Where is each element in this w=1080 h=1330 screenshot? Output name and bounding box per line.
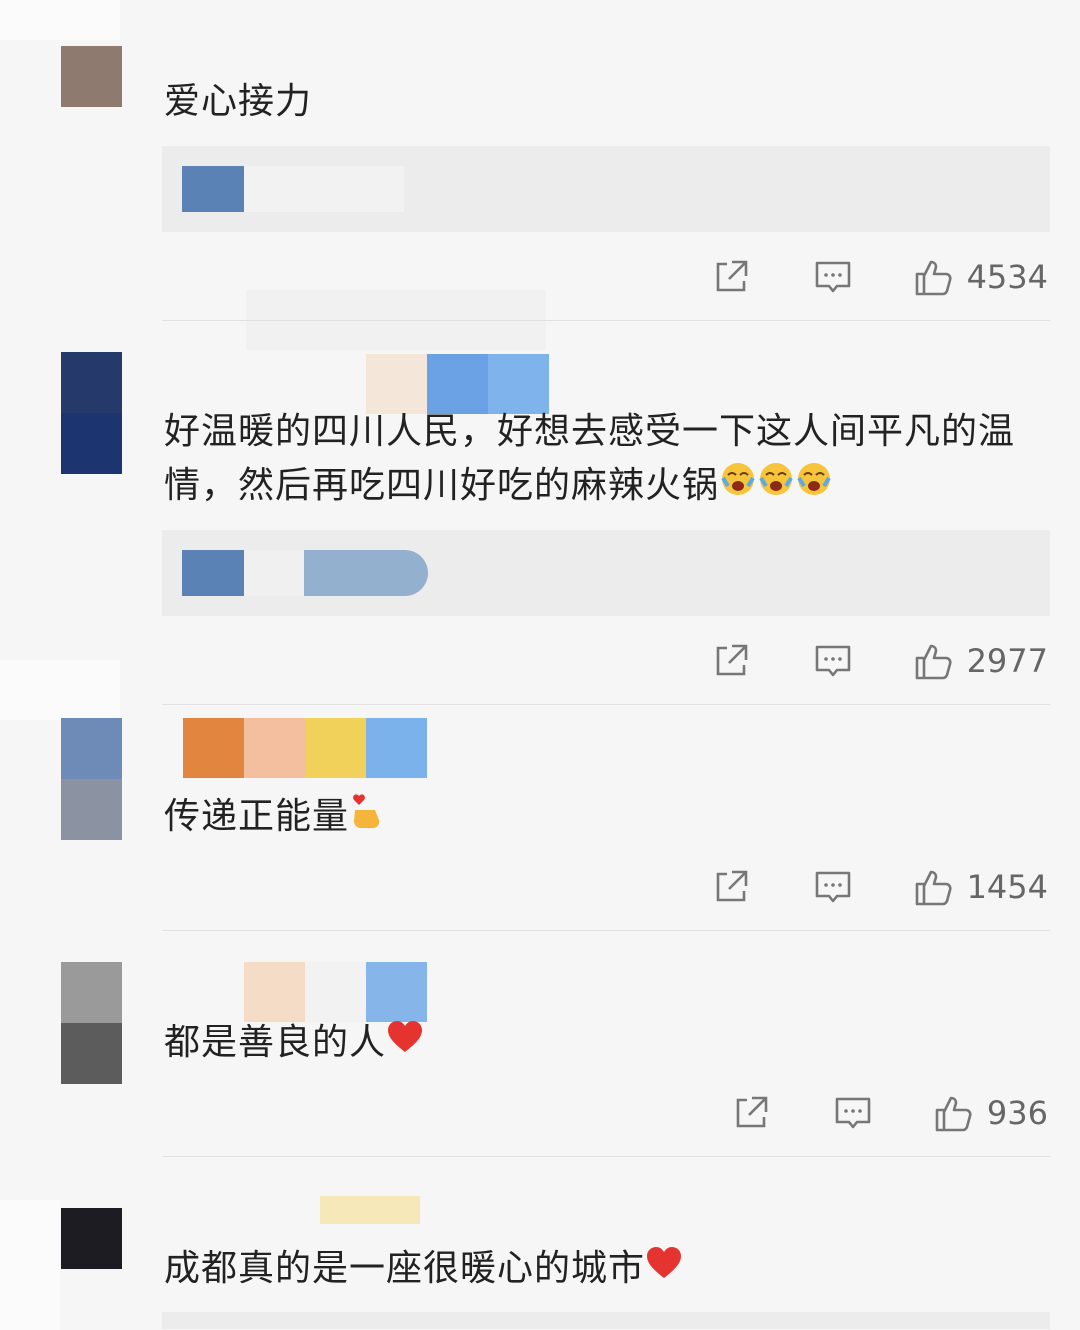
comment-icon[interactable] [813,257,853,297]
red-heart-emoji [645,1243,683,1297]
comment-text: 传递正能量 [164,790,1050,846]
heart-hands-emoji [349,790,385,846]
comment-icon[interactable] [813,641,853,681]
username-mosaic [244,962,427,1022]
like-button[interactable]: 4534 [913,257,1048,297]
action-bar: 936 [731,1088,1048,1138]
avatar[interactable] [61,352,122,474]
avatar[interactable] [61,1208,122,1269]
avatar[interactable] [61,718,122,840]
comment-text: 成都真的是一座很暖心的城市 [164,1242,1050,1297]
comment-icon[interactable] [833,1093,873,1133]
thumbs-up-icon [933,1093,973,1133]
username-mosaic [320,1196,420,1224]
share-icon[interactable] [731,1093,771,1133]
comment-icon[interactable] [813,867,853,907]
action-bar: 2977 [711,636,1048,686]
avatar[interactable] [61,46,122,107]
comment-item: 成都真的是一座很暖心的城市 [0,1156,1080,1329]
crying-laughing-face-emoji [757,460,795,514]
crying-laughing-face-emoji [719,460,757,514]
comment-text: 好温暖的四川人民，好想去感受一下这人间平凡的温情，然后再吃四川好吃的麻辣火锅 [164,405,1034,514]
thumbs-up-icon [913,257,953,297]
action-bar: 4534 [711,252,1048,302]
thumbs-up-icon [913,641,953,681]
comment-item: 都是善良的人 936 [0,930,1080,1157]
like-button[interactable]: 936 [933,1093,1048,1133]
action-bar: 1454 [711,862,1048,912]
like-count: 1454 [966,868,1048,906]
like-button[interactable]: 1454 [913,867,1048,907]
red-heart-emoji [386,1017,424,1071]
crying-laughing-face-emoji [795,460,833,514]
reply-preview[interactable] [162,146,1050,232]
like-button[interactable]: 2977 [913,641,1048,681]
comment-text: 爱心接力 [164,81,313,122]
comment-item: 爱心接力 4534 [0,0,1080,321]
comment-item: 传递正能量 1454 [0,704,1080,931]
like-count: 936 [986,1094,1048,1132]
reply-preview[interactable] [162,530,1050,616]
comment-item: 好温暖的四川人民，好想去感受一下这人间平凡的温情，然后再吃四川好吃的麻辣火锅 2… [0,320,1080,705]
comment-text: 都是善良的人 [164,1016,1050,1071]
reply-preview[interactable] [162,1312,1050,1329]
avatar[interactable] [61,962,122,1084]
like-count: 4534 [966,258,1048,296]
thumbs-up-icon [913,867,953,907]
share-icon[interactable] [711,257,751,297]
share-icon[interactable] [711,867,751,907]
share-icon[interactable] [711,641,751,681]
like-count: 2977 [966,642,1048,680]
username-mosaic [183,718,427,778]
